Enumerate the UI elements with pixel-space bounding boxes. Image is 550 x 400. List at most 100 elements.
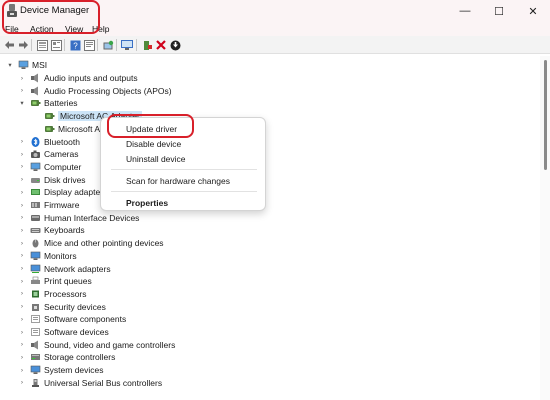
vertical-scrollbar[interactable] [540, 56, 550, 400]
tree-item-cameras[interactable]: › Cameras [18, 148, 79, 161]
chevron-icon[interactable]: › [18, 214, 26, 221]
update-driver-highlight-annotation [107, 114, 194, 138]
tree-item-monitors[interactable]: › Monitors [18, 250, 77, 263]
battery-icon [44, 124, 55, 134]
tree-item-keyboards[interactable]: › Keyboards [18, 224, 85, 237]
monitor-icon [30, 251, 41, 261]
speaker-icon [30, 86, 41, 96]
back-arrow-icon[interactable] [3, 39, 15, 51]
chevron-icon[interactable]: › [18, 176, 26, 183]
storage-icon [30, 352, 41, 362]
software-icon [30, 327, 41, 337]
tree-item-label: Network adapters [44, 263, 111, 274]
tree-item-universal-serial-bus-controllers[interactable]: › Universal Serial Bus controllers [18, 377, 162, 390]
scan-hardware-icon[interactable] [102, 39, 114, 51]
chevron-icon[interactable]: › [18, 367, 26, 374]
hid-icon [30, 213, 41, 223]
tree-item-processors[interactable]: › Processors [18, 288, 87, 301]
action-sheet-icon[interactable] [83, 39, 95, 51]
chevron-icon[interactable]: ▾ [18, 99, 26, 107]
chevron-icon[interactable]: › [18, 278, 26, 285]
download-driver-icon[interactable] [169, 39, 181, 51]
chevron-icon[interactable]: › [18, 75, 26, 82]
usb-icon [30, 378, 41, 388]
chevron-icon[interactable]: › [18, 138, 26, 145]
tree-item-label: Display adapters [44, 187, 108, 198]
chevron-icon[interactable]: › [18, 189, 26, 196]
help-icon[interactable]: ? [69, 39, 81, 51]
chevron-icon[interactable]: › [18, 87, 26, 94]
tree-item-label: Print queues [44, 276, 92, 287]
camera-icon [30, 149, 41, 159]
tree-item-label: Security devices [44, 301, 106, 312]
chevron-icon[interactable]: › [18, 354, 26, 361]
menu-disable-device[interactable]: Disable device [126, 139, 181, 149]
chevron-icon[interactable]: › [18, 379, 26, 386]
tree-item-bluetooth[interactable]: › Bluetooth [18, 135, 80, 148]
update-driver-icon[interactable] [141, 39, 153, 51]
tree-item-label: Disk drives [44, 174, 86, 185]
tree-item-security-devices[interactable]: › Security devices [18, 300, 106, 313]
network-icon [30, 264, 41, 274]
tree-item-label: Keyboards [44, 225, 85, 236]
tree-item-display-adapters[interactable]: › Display adapters [18, 186, 107, 199]
menu-properties[interactable]: Properties [126, 198, 168, 208]
tree-item-storage-controllers[interactable]: › Storage controllers [18, 351, 115, 364]
tree-item-label: Storage controllers [44, 352, 116, 363]
bluetooth-icon [30, 136, 41, 147]
chevron-icon[interactable]: › [18, 163, 26, 170]
chevron-icon[interactable]: › [18, 265, 26, 272]
tree-item-network-adapters[interactable]: › Network adapters [18, 262, 111, 275]
tree-item-system-devices[interactable]: › System devices [18, 364, 104, 377]
monitor-scan-icon[interactable] [121, 39, 133, 51]
properties-sheet-icon[interactable] [50, 39, 62, 51]
chevron-down-icon[interactable]: ▾ [6, 61, 14, 69]
tree-item-disk-drives[interactable]: › Disk drives [18, 173, 86, 186]
tree-item-print-queues[interactable]: › Print queues [18, 275, 92, 288]
menu-uninstall-device[interactable]: Uninstall device [126, 154, 186, 164]
view-list-icon[interactable] [36, 39, 48, 51]
tree-item-label: Software components [44, 314, 127, 325]
chevron-icon[interactable]: › [18, 290, 26, 297]
computer-root-icon [18, 60, 29, 70]
chevron-icon[interactable]: › [18, 329, 26, 336]
chevron-icon[interactable]: › [18, 151, 26, 158]
chevron-icon[interactable]: › [18, 240, 26, 247]
firmware-icon [30, 200, 41, 210]
tree-root-msi[interactable]: ▾ MSI [6, 59, 47, 72]
uninstall-red-x-icon[interactable] [155, 39, 167, 51]
tree-item-label: Mice and other pointing devices [44, 238, 164, 249]
menu-separator [111, 169, 257, 170]
tree-item-computer[interactable]: › Computer [18, 161, 81, 174]
close-button[interactable]: ✕ [516, 0, 550, 22]
tree-item-batteries[interactable]: ▾ Batteries [18, 97, 77, 110]
tree-item-audio-processing-objects-apos[interactable]: › Audio Processing Objects (APOs) [18, 84, 172, 97]
tree-item-software-devices[interactable]: › Software devices [18, 326, 109, 339]
computer-icon [30, 162, 41, 172]
chevron-icon[interactable]: › [18, 303, 26, 310]
chevron-icon[interactable]: › [18, 341, 26, 348]
chevron-icon[interactable]: › [18, 316, 26, 323]
chevron-icon[interactable]: › [18, 227, 26, 234]
battery-icon [30, 98, 41, 108]
device-tree[interactable]: ▾ MSI › Audio inputs and outputs › Audio Proc… [0, 56, 540, 400]
battery-icon [44, 111, 55, 121]
tree-item-software-components[interactable]: › Software components [18, 313, 126, 326]
chevron-icon[interactable]: › [18, 202, 26, 209]
display-icon [30, 187, 41, 197]
scrollbar-thumb[interactable] [544, 60, 547, 170]
maximize-button[interactable]: ☐ [482, 0, 516, 22]
chevron-icon[interactable]: › [18, 252, 26, 259]
tree-item-sound-video-and-game-controllers[interactable]: › Sound, video and game controllers [18, 338, 175, 351]
minimize-button[interactable]: — [448, 0, 482, 22]
tree-item-label: System devices [44, 365, 104, 376]
tree-item-firmware[interactable]: › Firmware [18, 199, 80, 212]
tree-item-mice-and-other-pointing-devices[interactable]: › Mice and other pointing devices [18, 237, 164, 250]
tree-item-label: Processors [44, 288, 87, 299]
tree-item-audio-inputs-and-outputs[interactable]: › Audio inputs and outputs [18, 72, 138, 85]
processor-icon [30, 289, 41, 299]
forward-arrow-icon[interactable] [17, 39, 29, 51]
keyboard-icon [30, 225, 41, 235]
tree-item-human-interface-devices[interactable]: › Human Interface Devices [18, 211, 140, 224]
menu-scan-hardware[interactable]: Scan for hardware changes [126, 176, 230, 186]
